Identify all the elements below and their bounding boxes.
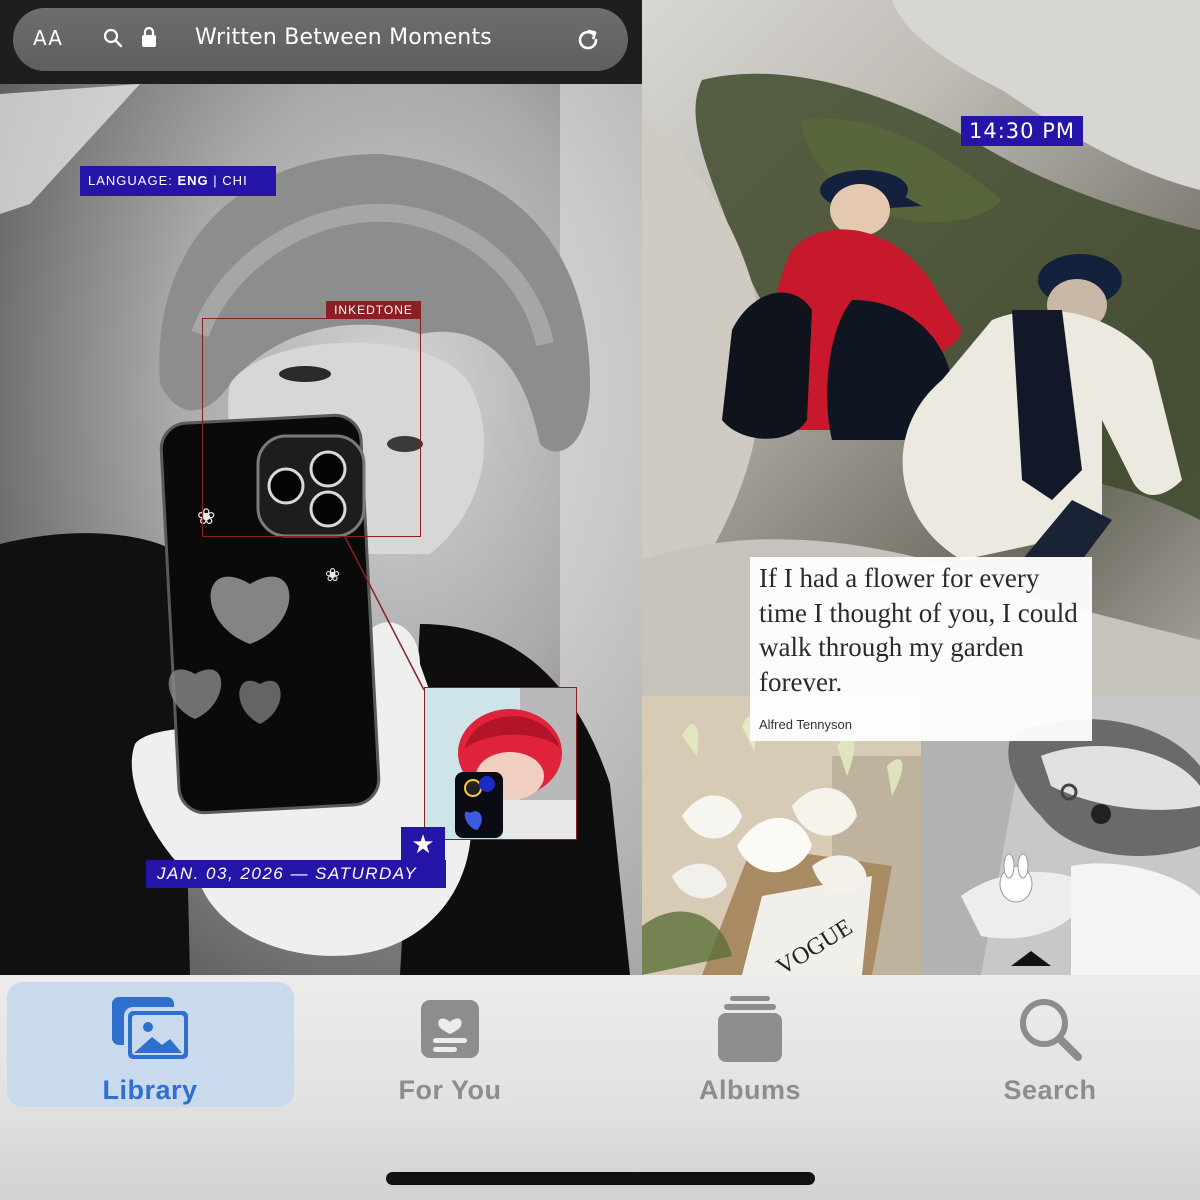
photos-tab-bar: Library For You Albums Search xyxy=(0,975,1200,1200)
zoom-inset-photo xyxy=(424,687,577,840)
search-icon xyxy=(900,993,1200,1065)
home-indicator[interactable] xyxy=(386,1172,815,1185)
tab-library-label: Library xyxy=(102,1075,198,1105)
quote-card: If I had a flower for every time I thoug… xyxy=(750,557,1092,741)
quote-text: If I had a flower for every time I thoug… xyxy=(759,563,1078,697)
time-caption: 14:30 PM xyxy=(961,116,1083,146)
tab-for-you-label: For You xyxy=(398,1075,502,1105)
date-caption: JAN. 03, 2026 — SATURDAY xyxy=(146,860,446,888)
for-you-icon xyxy=(300,993,600,1065)
red-hair-inset-illustration xyxy=(425,688,576,839)
quote-author: Alfred Tennyson xyxy=(759,717,852,732)
photo-library-icon xyxy=(0,993,300,1065)
tab-search-label: Search xyxy=(1003,1075,1097,1105)
albums-stack-icon xyxy=(600,993,900,1065)
tab-search[interactable]: Search xyxy=(900,975,1200,1115)
tab-albums[interactable]: Albums xyxy=(600,975,900,1115)
tab-for-you[interactable]: For You xyxy=(300,975,600,1115)
star-icon: ★ xyxy=(401,827,445,861)
tab-albums-label: Albums xyxy=(698,1075,801,1105)
tab-library[interactable]: Library xyxy=(0,975,300,1115)
portrait-panel: AA Written Between Moments ❀ ❀ LANGUAGE:… xyxy=(0,0,642,975)
